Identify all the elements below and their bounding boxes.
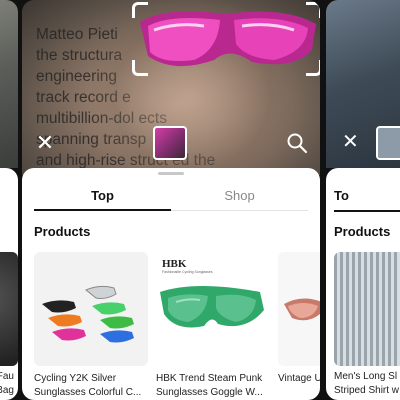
brand-tagline: Fashionable Cycling Sunglasses: [162, 270, 213, 274]
product-name[interactable]: Cycling Y2K Silver Sunglasses Colorful C…: [34, 372, 148, 400]
products-heading: Products: [334, 224, 391, 239]
product-image[interactable]: [334, 252, 400, 366]
product-image[interactable]: HBK Fashionable Cycling Sunglasses: [156, 252, 270, 366]
tab-divider: [171, 210, 308, 211]
previous-results-sheet: irt Fau n Bag: [0, 168, 18, 400]
search-icon[interactable]: [286, 132, 308, 154]
visual-search-screen: irt Fau n Bag Matteo Pieti the structura…: [0, 0, 400, 400]
brand-logo: HBK: [162, 258, 187, 270]
selected-crop-thumbnail[interactable]: [153, 126, 187, 160]
close-icon[interactable]: ✕: [342, 132, 359, 152]
products-heading: Products: [34, 224, 91, 239]
tab-top[interactable]: To: [334, 188, 349, 203]
product-image[interactable]: [278, 252, 320, 366]
product-card[interactable]: HBK Fashionable Cycling Sunglasses HBK T…: [156, 252, 270, 400]
active-tab-indicator: [334, 210, 400, 212]
crop-frame[interactable]: [132, 2, 320, 76]
crop-corner-top-left[interactable]: [132, 2, 148, 18]
product-card[interactable]: Cycling Y2K Silver Sunglasses Colorful C…: [34, 252, 148, 400]
close-icon[interactable]: ✕: [34, 132, 56, 154]
previous-photo: [0, 0, 18, 168]
colorful-sunglasses-image: [42, 285, 134, 343]
product-name[interactable]: Vintage U: [278, 372, 320, 386]
previous-result-panel[interactable]: irt Fau n Bag: [0, 0, 18, 400]
product-name[interactable]: HBK Trend Steam Punk Sunglasses Goggle W…: [156, 372, 270, 400]
sheet-drag-handle[interactable]: [158, 172, 184, 175]
camera-preview: Matteo Pieti the structura engineering t…: [22, 0, 320, 175]
next-crop-thumbnail[interactable]: [376, 126, 400, 160]
red-sunglasses-image: [284, 298, 320, 321]
crop-corner-bottom-right[interactable]: [306, 60, 320, 76]
next-photo: ✕: [326, 0, 400, 168]
product-name[interactable]: Men's Long Sl Striped Shirt w: [334, 370, 399, 398]
previous-product-image[interactable]: [0, 252, 18, 366]
tab-shop[interactable]: Shop: [171, 188, 308, 212]
next-results-sheet: To Products Men's Long Sl Striped Shirt …: [326, 168, 400, 400]
product-image[interactable]: [34, 252, 148, 366]
crop-corner-bottom-left[interactable]: [132, 60, 148, 76]
previous-product-name[interactable]: irt Fau n Bag: [0, 370, 14, 398]
active-tab-indicator: [34, 209, 171, 211]
crop-corner-top-right[interactable]: [306, 2, 320, 18]
results-sheet: Top Shop Products Cycling Y2K Silver Sun…: [22, 168, 320, 400]
current-result-panel: Matteo Pieti the structura engineering t…: [22, 0, 320, 400]
next-result-panel[interactable]: ✕ To Products Men's Long Sl Striped Shir…: [326, 0, 400, 400]
product-card[interactable]: Vintage U: [278, 252, 320, 386]
